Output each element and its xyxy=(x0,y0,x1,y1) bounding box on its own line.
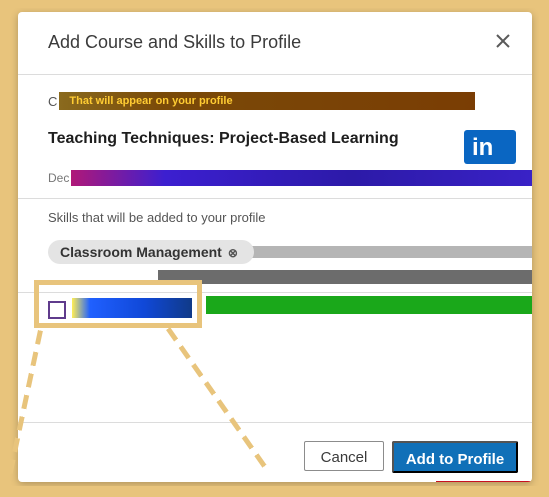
course-date-prefix: Dec xyxy=(48,171,70,185)
close-icon xyxy=(496,34,510,48)
course-section: C That will appear on your profile Teach… xyxy=(18,74,532,199)
remove-chip-icon[interactable]: ⊗ xyxy=(228,241,238,265)
close-button[interactable] xyxy=(490,28,516,54)
course-title: Teaching Techniques: Project-Based Learn… xyxy=(48,130,399,147)
linkedin-logo-text: in xyxy=(472,134,494,161)
skill-chip-glitch-bar xyxy=(238,246,532,258)
appear-on-profile-banner: That will appear on your profile xyxy=(59,92,476,110)
footer-red-bar xyxy=(436,481,532,482)
course-date-bar xyxy=(71,170,532,186)
course-label-prefix: C xyxy=(48,93,58,109)
add-course-dialog: Add Course and Skills to Profile C That … xyxy=(18,12,532,482)
skill-chip-classroom-management[interactable]: Classroom Management ⊗ xyxy=(48,240,254,264)
dialog-title: Add Course and Skills to Profile xyxy=(48,32,302,52)
callout-highlight-box xyxy=(34,280,202,328)
linkedin-logo-icon: in xyxy=(464,130,516,164)
course-date-row: Dec xyxy=(48,170,532,186)
skill-chip-shadow-bar xyxy=(158,270,532,284)
screenshot-stage: Add Course and Skills to Profile C That … xyxy=(0,0,549,497)
skills-label: Skills that will be added to your profil… xyxy=(48,210,266,225)
skills-section: Skills that will be added to your profil… xyxy=(18,198,532,293)
add-to-profile-button[interactable]: Add to Profile xyxy=(392,441,518,473)
share-green-bar xyxy=(206,296,532,314)
dialog-footer: Cancel Add to Profile xyxy=(18,422,532,482)
cancel-button[interactable]: Cancel xyxy=(304,441,384,471)
dialog-header: Add Course and Skills to Profile xyxy=(18,12,532,75)
skill-chip-label: Classroom Management xyxy=(60,244,222,260)
course-label-row: C That will appear on your profile xyxy=(48,92,476,110)
